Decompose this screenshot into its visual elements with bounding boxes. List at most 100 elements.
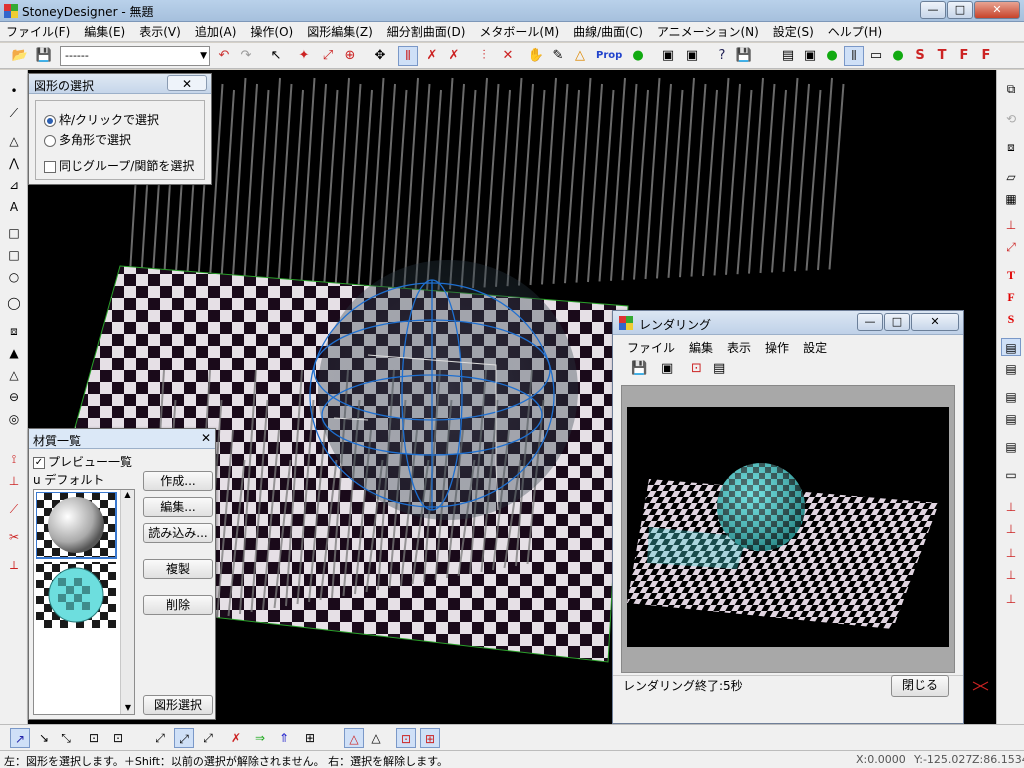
triangle-warning-icon[interactable]: △ <box>570 46 590 66</box>
view-xy-icon[interactable]: ↗ <box>10 728 30 748</box>
render-list-icon[interactable]: ▤ <box>713 361 725 376</box>
ik-icon[interactable]: ⊥ <box>1001 544 1021 562</box>
menu-add[interactable]: 追加(A) <box>195 23 237 40</box>
render-menu-settings[interactable]: 設定 <box>803 339 827 356</box>
load-material-button[interactable]: 読み込み... <box>143 523 213 543</box>
ball-icon[interactable]: ● <box>888 46 908 66</box>
menu-help[interactable]: ヘルプ(H) <box>828 23 882 40</box>
hand-icon[interactable]: ✋ <box>526 46 546 66</box>
snap-green-icon[interactable]: ⇒ <box>250 728 270 748</box>
pivot2-icon[interactable]: ⤢ <box>198 728 218 748</box>
bone-icon[interactable]: ⟟ <box>4 450 24 468</box>
material-panel-close[interactable]: ✕ <box>201 431 211 445</box>
select-arrow-icon[interactable]: ↖ <box>266 46 286 66</box>
triangle-icon[interactable]: △ <box>4 132 24 150</box>
pyramid-icon[interactable]: ▲ <box>4 344 24 362</box>
text-s-right[interactable]: S <box>1001 310 1021 328</box>
edit-material-button[interactable]: 編集... <box>143 497 213 517</box>
list-icon[interactable]: ▤ <box>778 46 798 66</box>
view-scale-icon[interactable]: ⤢ <box>1001 238 1021 256</box>
redo-icon[interactable]: ↷ <box>236 46 256 66</box>
axis-icon[interactable]: ⫴ <box>844 46 864 66</box>
edge-mode-icon[interactable]: ⊞ <box>420 728 440 748</box>
triangle-outline-icon[interactable]: △ <box>366 728 386 748</box>
render-minimize-button[interactable]: — <box>857 313 883 331</box>
vertex-mode-icon[interactable]: ⊡ <box>396 728 416 748</box>
snap-icon[interactable]: ✗ <box>226 728 246 748</box>
menu-animation[interactable]: アニメーション(N) <box>657 23 759 40</box>
cone-icon[interactable]: △ <box>4 366 24 384</box>
render-view-icon[interactable]: ▣ <box>800 46 820 66</box>
joint-right-icon[interactable]: ⊥ <box>1001 520 1021 538</box>
scroll-up-icon[interactable]: ▲ <box>121 490 134 499</box>
save-alt-icon[interactable]: 💾 <box>734 46 754 66</box>
polyline-icon[interactable]: ⋀ <box>4 154 24 172</box>
render-close-button[interactable]: 閉じる <box>891 675 949 697</box>
render-menu-operate[interactable]: 操作 <box>765 339 789 356</box>
circle-icon[interactable]: ◯ <box>4 294 24 312</box>
rect-icon[interactable]: □ <box>4 246 24 264</box>
square-icon[interactable]: □ <box>4 224 24 242</box>
text-f-right[interactable]: F <box>1001 288 1021 306</box>
group-checkbox[interactable]: 同じグループ/関節を選択 <box>44 157 194 174</box>
rotate-icon[interactable]: ⊕ <box>340 46 360 66</box>
delete-text-icon[interactable]: ✗ <box>444 46 464 66</box>
render-settings-icon[interactable]: ▣ <box>682 46 702 66</box>
render-icon[interactable]: ▣ <box>658 46 678 66</box>
scale-icon[interactable]: ⤢ <box>318 46 338 66</box>
text-f2-button[interactable]: F <box>976 46 996 66</box>
render-image-icon[interactable]: ▣ <box>661 361 673 376</box>
menu-shape-edit[interactable]: 図形編集(Z) <box>307 23 373 40</box>
create-material-button[interactable]: 作成... <box>143 471 213 491</box>
cross-icon[interactable]: ✕ <box>498 46 518 66</box>
view-yx-icon[interactable]: ↘ <box>34 728 54 748</box>
align-icon[interactable]: ⫶ <box>474 46 494 66</box>
help-query-icon[interactable]: ? <box>712 46 732 66</box>
menu-metaball[interactable]: メタボール(M) <box>479 23 559 40</box>
ik2-icon[interactable]: ⊥ <box>1001 566 1021 584</box>
prop-button[interactable]: Prop <box>596 46 622 66</box>
material-list[interactable]: ▲ ▼ <box>33 489 135 715</box>
view-grid-icon[interactable]: ▦ <box>1001 190 1021 208</box>
scroll-down-icon[interactable]: ▼ <box>121 703 135 712</box>
text-t-button[interactable]: T <box>932 46 952 66</box>
duplicate-material-button[interactable]: 複製 <box>143 559 213 579</box>
select-shapes-button[interactable]: 図形選択 <box>143 695 213 715</box>
selection-panel-close[interactable]: ✕ <box>167 75 207 91</box>
undo-icon[interactable]: ↶ <box>214 46 234 66</box>
joint-icon[interactable]: ⊥ <box>4 472 24 490</box>
view-yz-icon[interactable]: ⤡ <box>56 728 76 748</box>
material-list-scrollbar[interactable]: ▲ ▼ <box>120 490 134 714</box>
menu-file[interactable]: ファイル(F) <box>6 23 70 40</box>
view-box-icon[interactable]: ⧈ <box>1001 138 1021 156</box>
radio-polygon[interactable]: 多角形で選択 <box>44 131 131 148</box>
list-view-icon[interactable]: ▤ <box>1001 338 1021 356</box>
cube-icon[interactable]: ⧈ <box>4 322 24 340</box>
doc3-icon[interactable]: ▤ <box>1001 410 1021 428</box>
cube-icon[interactable]: ▭ <box>866 46 886 66</box>
preview-checkbox[interactable]: ✓ プレビュー一覧 <box>33 453 132 470</box>
line-icon[interactable]: ⟋ <box>4 104 24 122</box>
cut-icon[interactable]: ✂ <box>4 528 24 546</box>
maximize-button[interactable]: □ <box>947 1 973 19</box>
fit-view-icon[interactable]: ⊡ <box>84 728 104 748</box>
render-menu-file[interactable]: ファイル <box>627 339 675 356</box>
menu-view[interactable]: 表示(V) <box>139 23 181 40</box>
open-folder-icon[interactable]: 📂 <box>10 46 30 66</box>
save-icon[interactable]: 💾 <box>34 46 54 66</box>
snap-blue-icon[interactable]: ⇑ <box>274 728 294 748</box>
text-f-button[interactable]: F <box>954 46 974 66</box>
render-maximize-button[interactable]: □ <box>884 313 910 331</box>
doc2-icon[interactable]: ▤ <box>1001 388 1021 406</box>
menu-subdivision[interactable]: 細分割曲面(D) <box>387 23 466 40</box>
doc5-icon[interactable]: ▭ <box>1001 466 1021 484</box>
ik3-icon[interactable]: ⊥ <box>1001 590 1021 608</box>
bone-right-icon[interactable]: ⊥ <box>1001 498 1021 516</box>
menu-settings[interactable]: 設定(S) <box>773 23 814 40</box>
pivot-icon[interactable]: ⤢ <box>150 728 170 748</box>
text-tool-a[interactable]: A <box>4 198 24 216</box>
menu-curve[interactable]: 曲線/曲面(C) <box>573 23 643 40</box>
axis-tool-icon[interactable]: ⫴ <box>398 46 418 66</box>
render-crop-icon[interactable]: ⊡ <box>691 361 702 376</box>
move-all-icon[interactable]: ✥ <box>370 46 390 66</box>
